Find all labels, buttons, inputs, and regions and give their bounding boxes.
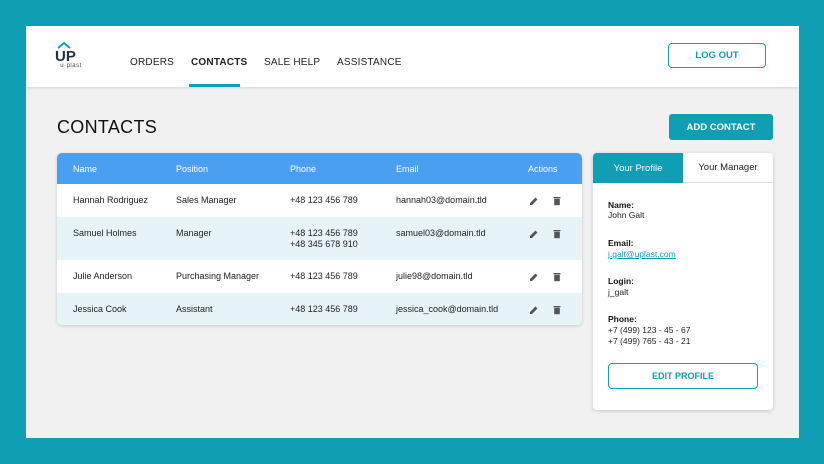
table-row[interactable]: Jessica Cook Assistant +48 123 456 789 j… bbox=[57, 293, 582, 325]
email-label: Email: bbox=[608, 238, 634, 248]
contact-phone: +48 123 456 789 bbox=[290, 195, 358, 205]
table-header: Name Position Phone Email Actions bbox=[57, 153, 582, 184]
logo-mark: UP bbox=[55, 41, 76, 62]
add-contact-button[interactable]: ADD CONTACT bbox=[669, 114, 773, 140]
nav-assistance[interactable]: ASSISTANCE bbox=[337, 57, 402, 68]
pencil-icon[interactable] bbox=[529, 305, 539, 315]
contact-email: samuel03@domain.tld bbox=[396, 228, 486, 238]
nav-contacts[interactable]: CONTACTS bbox=[191, 57, 247, 68]
nav-orders[interactable]: ORDERS bbox=[130, 57, 174, 68]
contact-email: jessica_cook@domain.tld bbox=[396, 304, 499, 314]
table-row[interactable]: Samuel Holmes Manager +48 123 456 789 +4… bbox=[57, 217, 582, 260]
column-header-phone[interactable]: Phone bbox=[290, 164, 316, 174]
page-title: CONTACTS bbox=[57, 117, 158, 137]
contact-name: Jessica Cook bbox=[73, 304, 127, 314]
phone-label: Phone: bbox=[608, 314, 637, 324]
contact-name: Julie Anderson bbox=[73, 271, 133, 281]
contact-phone: +48 123 456 789 bbox=[290, 228, 358, 238]
profile-email-link[interactable]: j.galt@uplast.com bbox=[608, 249, 676, 260]
top-header: UP u·plast ORDERS CONTACTS SALE HELP ASS… bbox=[26, 26, 799, 87]
contact-position: Purchasing Manager bbox=[176, 271, 260, 281]
login-label: Login: bbox=[608, 276, 634, 286]
contact-phone-secondary: +48 345 678 910 bbox=[290, 239, 358, 249]
pencil-icon[interactable] bbox=[529, 229, 539, 239]
contacts-table: Name Position Phone Email Actions Hannah… bbox=[57, 153, 582, 325]
pencil-icon[interactable] bbox=[529, 196, 539, 206]
name-label: Name: bbox=[608, 200, 634, 210]
profile-card: Your Profile Your Manager Name: John Gal… bbox=[593, 153, 773, 410]
table-row[interactable]: Hannah Rodriguez Sales Manager +48 123 4… bbox=[57, 184, 582, 217]
edit-profile-button[interactable]: EDIT PROFILE bbox=[608, 363, 758, 389]
column-header-name[interactable]: Name bbox=[73, 164, 97, 174]
trash-icon[interactable] bbox=[552, 272, 562, 282]
tab-your-manager[interactable]: Your Manager bbox=[683, 153, 773, 183]
trash-icon[interactable] bbox=[552, 196, 562, 206]
contact-email: hannah03@domain.tld bbox=[396, 195, 487, 205]
contact-name: Samuel Holmes bbox=[73, 228, 137, 238]
logout-button[interactable]: LOG OUT bbox=[668, 43, 766, 68]
profile-name: John Galt bbox=[608, 210, 645, 220]
contact-phone: +48 123 456 789 bbox=[290, 304, 358, 314]
contact-position: Manager bbox=[176, 228, 212, 238]
profile-phone: +7 (499) 123 - 45 - 67 bbox=[608, 325, 691, 335]
contact-name: Hannah Rodriguez bbox=[73, 195, 149, 205]
column-header-email[interactable]: Email bbox=[396, 164, 419, 174]
trash-icon[interactable] bbox=[552, 229, 562, 239]
pencil-icon[interactable] bbox=[529, 272, 539, 282]
contact-phone: +48 123 456 789 bbox=[290, 271, 358, 281]
table-row[interactable]: Julie Anderson Purchasing Manager +48 12… bbox=[57, 260, 582, 293]
column-header-actions: Actions bbox=[528, 164, 558, 174]
trash-icon[interactable] bbox=[552, 305, 562, 315]
app-frame: UP u·plast ORDERS CONTACTS SALE HELP ASS… bbox=[26, 26, 799, 438]
tab-your-profile[interactable]: Your Profile bbox=[593, 153, 683, 183]
nav-sale-help[interactable]: SALE HELP bbox=[264, 57, 320, 68]
profile-login: j_galt bbox=[608, 287, 629, 297]
uplast-logo[interactable]: UP u·plast bbox=[55, 40, 87, 72]
profile-phone-secondary: +7 (499) 765 - 43 - 21 bbox=[608, 336, 691, 346]
contact-position: Assistant bbox=[176, 304, 213, 314]
nav-active-indicator bbox=[189, 84, 240, 87]
logo-subtext: u·plast bbox=[60, 63, 82, 69]
contact-email: julie98@domain.tld bbox=[396, 271, 473, 281]
column-header-position[interactable]: Position bbox=[176, 164, 208, 174]
contact-position: Sales Manager bbox=[176, 195, 237, 205]
svg-text:UP: UP bbox=[55, 48, 76, 62]
